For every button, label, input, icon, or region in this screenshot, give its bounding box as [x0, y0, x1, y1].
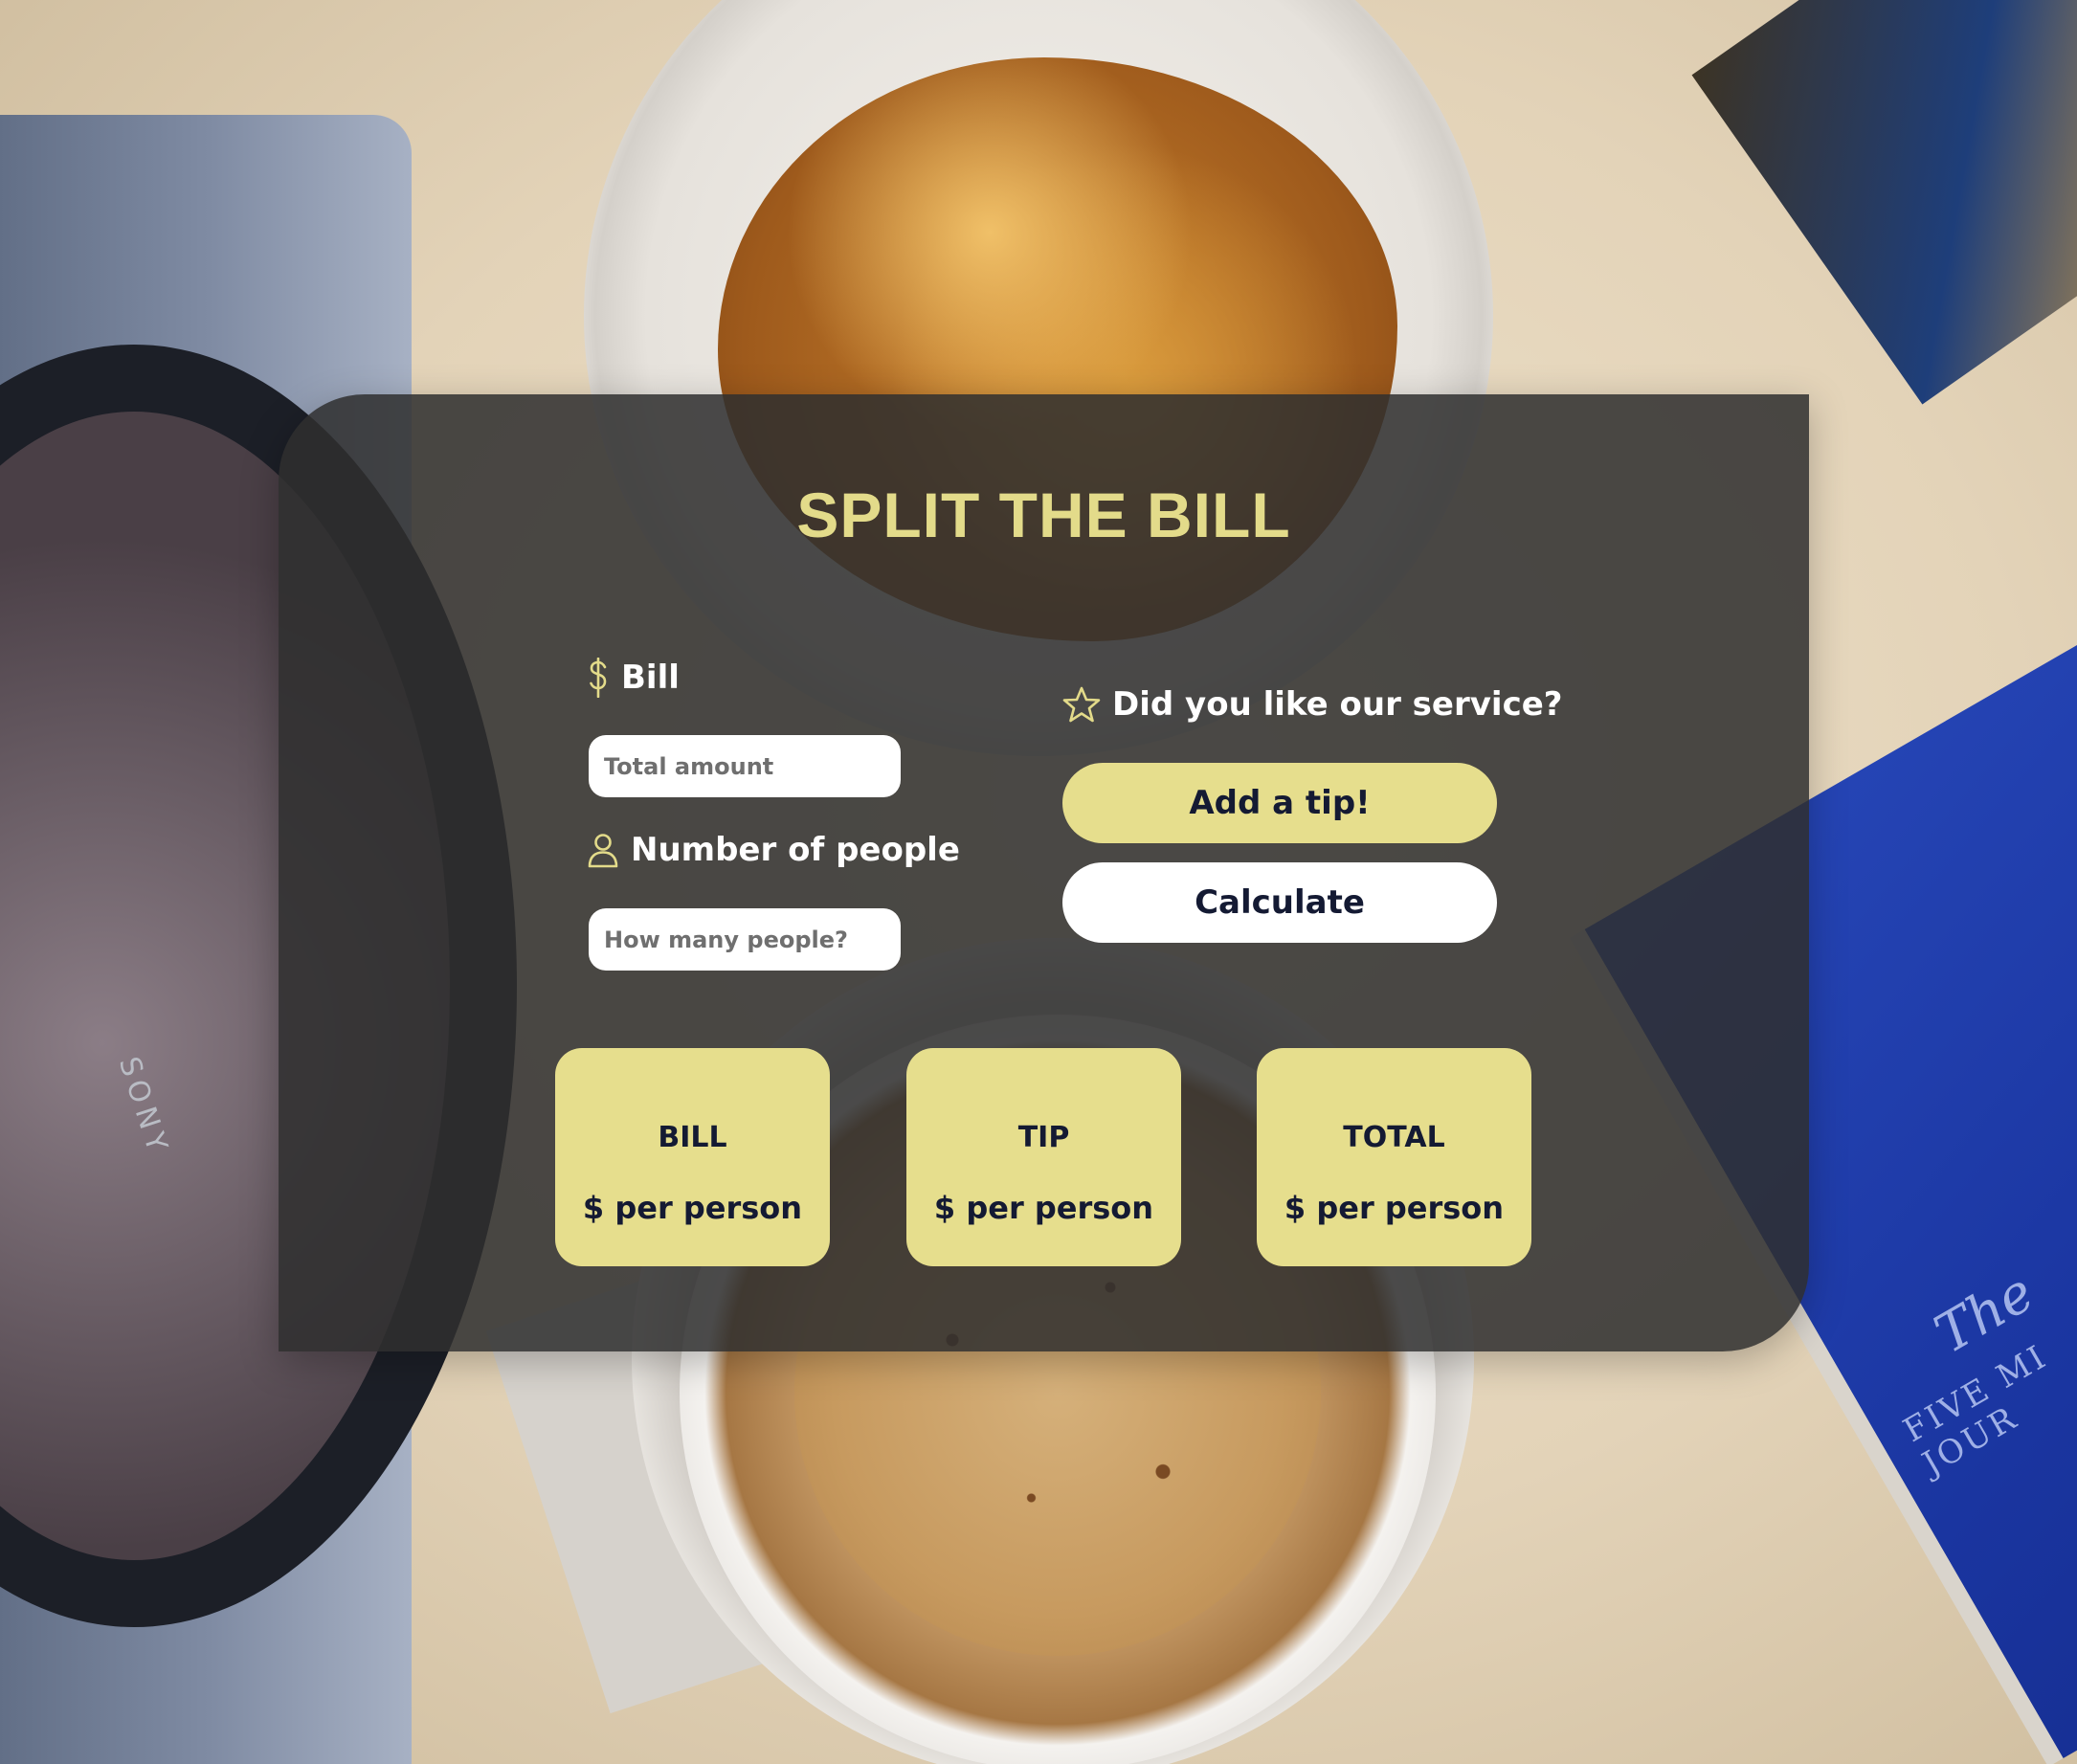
result-card-total: TOTAL $ per person: [1257, 1048, 1531, 1266]
result-card-bill: BILL $ per person: [555, 1048, 830, 1266]
person-icon: [587, 832, 619, 868]
result-title: TOTAL: [1343, 1121, 1445, 1154]
dollar-icon: [587, 658, 610, 698]
bill-splitter-panel: SPLIT THE BILL Bill Number of people D: [279, 394, 1809, 1351]
bill-amount-input[interactable]: [589, 735, 901, 797]
result-title: BILL: [658, 1121, 727, 1154]
calculate-button[interactable]: Calculate: [1062, 862, 1497, 943]
service-label: Did you like our service?: [1062, 685, 1563, 724]
result-value: $ per person: [1284, 1190, 1505, 1226]
star-icon: [1062, 685, 1101, 724]
people-label-text: Number of people: [631, 831, 960, 869]
result-value: $ per person: [933, 1190, 1154, 1226]
result-value: $ per person: [582, 1190, 803, 1226]
add-tip-button[interactable]: Add a tip!: [1062, 763, 1497, 843]
service-label-text: Did you like our service?: [1112, 685, 1563, 724]
bill-label: Bill: [587, 658, 680, 698]
page-title: SPLIT THE BILL: [796, 480, 1291, 550]
people-label: Number of people: [587, 831, 960, 869]
result-title: TIP: [1017, 1121, 1070, 1154]
bill-label-text: Bill: [621, 659, 680, 697]
result-card-tip: TIP $ per person: [906, 1048, 1181, 1266]
people-count-input[interactable]: [589, 908, 901, 971]
